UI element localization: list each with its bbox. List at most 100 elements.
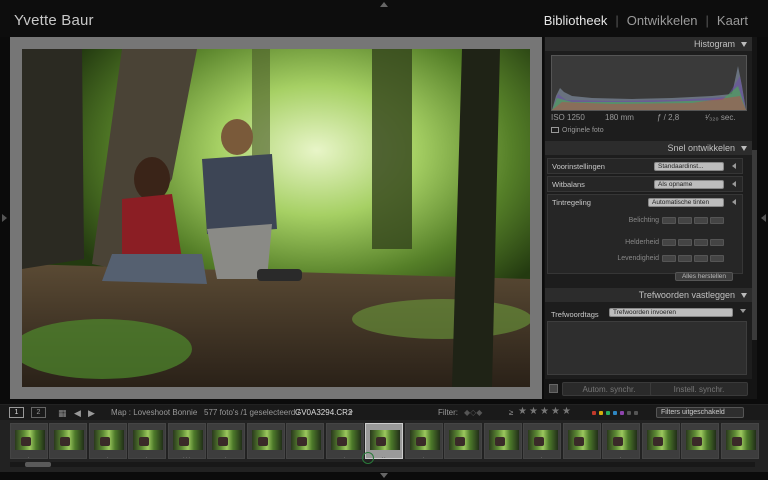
filmstrip-thumbnail[interactable] xyxy=(642,423,680,459)
filmstrip-thumbnail[interactable]: · xyxy=(602,423,640,461)
filter-preset-select[interactable]: Filters uitgeschakeld xyxy=(656,407,744,418)
filmstrip-thumbnail[interactable]: ··· xyxy=(168,423,206,461)
filmstrip-thumbnail[interactable] xyxy=(484,423,522,459)
sync-settings-button[interactable]: Instell. synchr. xyxy=(650,382,748,396)
collapse-keywording-icon[interactable] xyxy=(741,293,747,298)
filmstrip-scroll-thumb[interactable] xyxy=(25,462,51,467)
thumbnail-subject xyxy=(416,437,426,446)
vibrance-plus[interactable] xyxy=(694,255,708,262)
label-red-icon[interactable] xyxy=(592,411,596,415)
main-photo[interactable] xyxy=(22,49,530,387)
exposure-plus[interactable] xyxy=(694,217,708,224)
exposure-minus[interactable] xyxy=(678,217,692,224)
secondary-window-button[interactable]: 2 xyxy=(31,407,46,418)
grid-view-icon[interactable]: ▦ xyxy=(58,408,67,419)
presets-select[interactable]: Standaardinst... xyxy=(654,162,724,171)
thumbnail-subject xyxy=(337,437,347,446)
filmstrip-thumbnail[interactable]: · xyxy=(405,423,443,461)
label-purple-icon[interactable] xyxy=(620,411,624,415)
filmstrip-scrollbar[interactable] xyxy=(10,462,755,467)
filmstrip-thumbnail[interactable]: · xyxy=(10,423,48,461)
star-filter-1-icon[interactable]: ★ xyxy=(518,406,527,417)
clarity-minus-large[interactable] xyxy=(662,239,676,246)
keyword-tags-select[interactable]: Trefwoorden invoeren xyxy=(609,308,733,317)
tone-control-expand-icon[interactable] xyxy=(732,199,736,205)
star-filter-3-icon[interactable]: ★ xyxy=(540,406,549,417)
expand-left-panel-icon[interactable] xyxy=(2,214,7,222)
presets-label: Voorinstellingen xyxy=(552,162,605,171)
clarity-plus-large[interactable] xyxy=(710,239,724,246)
histogram-aperture: ƒ / 2,8 xyxy=(657,113,680,122)
collapse-histogram-icon[interactable] xyxy=(741,42,747,47)
label-blue-icon[interactable] xyxy=(613,411,617,415)
filmstrip-thumbnail[interactable] xyxy=(444,423,482,459)
thumbnail-subject xyxy=(218,437,228,446)
module-separator: | xyxy=(705,13,709,28)
clarity-plus[interactable] xyxy=(694,239,708,246)
selected-filename[interactable]: GV0A3294.CR2 xyxy=(295,408,352,417)
vibrance-minus-large[interactable] xyxy=(662,255,676,262)
original-photo-toggle[interactable]: Originele foto xyxy=(551,127,604,134)
clarity-minus[interactable] xyxy=(678,239,692,246)
reset-all-button[interactable]: Alles herstellen xyxy=(675,272,733,281)
white-balance-row: Witbalans Als opname xyxy=(547,176,743,192)
white-balance-select[interactable]: Als opname xyxy=(654,180,724,189)
label-other-icon[interactable] xyxy=(634,411,638,415)
filmstrip-toolbar: 1 2 ▦ ◀ ▶ Map : Loveshoot Bonnie 577 fot… xyxy=(0,404,768,420)
module-map[interactable]: Kaart xyxy=(711,13,754,28)
thumbnail-subject xyxy=(534,437,544,446)
filename-dropdown-icon[interactable]: ▾ xyxy=(349,408,353,417)
exposure-plus-large[interactable] xyxy=(710,217,724,224)
label-yellow-icon[interactable] xyxy=(599,411,603,415)
white-balance-label: Witbalans xyxy=(552,180,585,189)
filmstrip-thumbnail[interactable]: · xyxy=(326,423,364,461)
back-arrow-icon[interactable]: ◀ xyxy=(74,408,81,419)
exposure-minus-large[interactable] xyxy=(662,217,676,224)
white-balance-expand-icon[interactable] xyxy=(732,181,736,187)
keyword-tags-dropdown-icon[interactable] xyxy=(740,309,746,313)
label-green-icon[interactable] xyxy=(606,411,610,415)
auto-tone-button[interactable]: Automatische tinten xyxy=(648,198,724,207)
filmstrip-thumbnail[interactable] xyxy=(49,423,87,459)
thumbnail-subject xyxy=(455,437,465,446)
filmstrip-thumbnail[interactable]: · xyxy=(523,423,561,461)
filmstrip-thumbnail[interactable]: · xyxy=(128,423,166,461)
module-picker: Bibliotheek | Ontwikkelen | Kaart xyxy=(538,13,754,28)
sync-toggle-icon[interactable] xyxy=(549,384,558,393)
label-none-icon[interactable] xyxy=(627,411,631,415)
flag-filters-icon[interactable]: ◆◇◆ xyxy=(464,408,482,417)
filmstrip-thumbnail[interactable] xyxy=(721,423,759,459)
source-folder[interactable]: Map : Loveshoot Bonnie xyxy=(111,408,197,417)
star-filter-5-icon[interactable]: ★ xyxy=(562,406,571,417)
presets-expand-icon[interactable] xyxy=(732,163,736,169)
module-develop[interactable]: Ontwikkelen xyxy=(621,13,704,28)
star-filter-4-icon[interactable]: ★ xyxy=(551,406,560,417)
keyword-entry-area[interactable] xyxy=(547,321,747,375)
keywording-header[interactable]: Trefwoorden vastleggen xyxy=(545,288,753,302)
vibrance-minus[interactable] xyxy=(678,255,692,262)
quick-develop-header[interactable]: Snel ontwikkelen xyxy=(545,141,753,155)
star-filter-2-icon[interactable]: ★ xyxy=(529,406,538,417)
filmstrip-thumbnail[interactable] xyxy=(563,423,601,459)
histogram-header[interactable]: Histogram xyxy=(545,37,753,51)
collapse-filmstrip-icon[interactable] xyxy=(380,473,388,478)
filmstrip-thumbnail[interactable] xyxy=(247,423,285,459)
auto-sync-button[interactable]: Autom. synchr. xyxy=(562,382,656,396)
histogram-title: Histogram xyxy=(693,39,735,49)
thumbnail-subject xyxy=(495,437,505,446)
collapse-quick-develop-icon[interactable] xyxy=(741,146,747,151)
thumbnail-subject xyxy=(613,437,623,446)
filmstrip-thumbnail[interactable] xyxy=(681,423,719,459)
collapse-right-panel-icon[interactable] xyxy=(761,214,766,222)
forward-arrow-icon[interactable]: ▶ xyxy=(88,408,95,419)
filmstrip-thumbnail[interactable]: · xyxy=(89,423,127,461)
module-library[interactable]: Bibliotheek xyxy=(538,13,614,28)
collapse-top-panel-icon[interactable] xyxy=(380,2,388,7)
rating-operator-icon[interactable]: ≥ xyxy=(509,408,513,417)
filmstrip-thumbnail[interactable]: · xyxy=(207,423,245,461)
vibrance-plus-large[interactable] xyxy=(710,255,724,262)
filmstrip-thumbnail[interactable] xyxy=(286,423,324,459)
thumbnail-subject xyxy=(692,437,702,446)
main-window-button[interactable]: 1 xyxy=(9,407,24,418)
right-panel-scroll-thumb[interactable] xyxy=(752,150,757,340)
